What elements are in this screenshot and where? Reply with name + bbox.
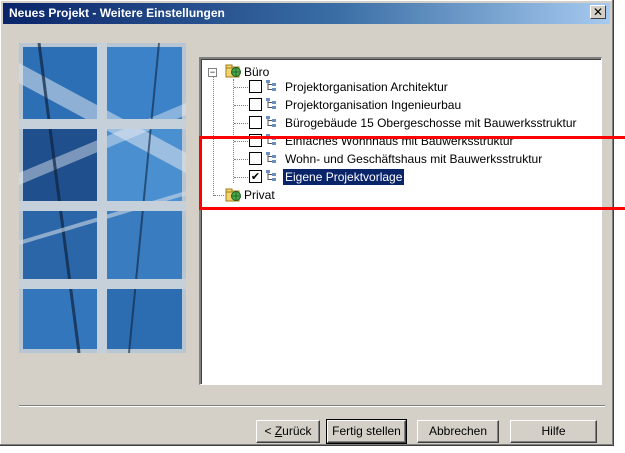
close-icon: ✕ — [592, 5, 604, 19]
annotation-line-top — [600, 136, 625, 139]
tree-node-buero[interactable]: Büro — [244, 64, 269, 80]
tree-connector — [234, 105, 248, 106]
tree-item-label[interactable]: Projektorganisation Architektur — [285, 79, 448, 95]
title-bar[interactable]: Neues Projekt - Weitere Einstellungen ✕ — [3, 3, 610, 24]
tree-connector — [234, 87, 248, 88]
window-title: Neues Projekt - Weitere Einstellungen — [9, 6, 225, 20]
template-icon — [266, 116, 276, 127]
back-button[interactable]: < Zurück — [256, 420, 320, 443]
checkbox-buerogebaeude[interactable] — [249, 116, 262, 129]
architecture-image — [19, 43, 186, 353]
collapse-toggle[interactable]: − — [208, 68, 217, 77]
finish-button[interactable]: Fertig stellen — [326, 419, 407, 444]
tree-connector — [234, 123, 248, 124]
annotation-line-bottom — [600, 207, 625, 210]
template-icon — [266, 98, 276, 109]
annotation-highlight-box — [199, 136, 625, 210]
tree-item-label[interactable]: Projektorganisation Ingenieurbau — [285, 97, 461, 113]
footer-separator — [19, 405, 605, 407]
folder-globe-icon — [225, 64, 241, 78]
dialog-window: Neues Projekt - Weitere Einstellungen ✕ — [0, 0, 614, 446]
checkbox-projektorganisation-architektur[interactable] — [249, 80, 262, 93]
architecture-photo-icon — [19, 43, 186, 353]
template-icon — [266, 80, 276, 91]
cancel-button[interactable]: Abbrechen — [417, 420, 499, 443]
help-button[interactable]: Hilfe — [510, 420, 597, 443]
tree-item-label[interactable]: Bürogebäude 15 Obergeschosse mit Bauwerk… — [285, 115, 577, 131]
template-tree[interactable]: − Büro Projektorganisation Architektur P… — [199, 57, 602, 385]
close-button[interactable]: ✕ — [590, 5, 606, 19]
checkbox-projektorganisation-ingenieurbau[interactable] — [249, 98, 262, 111]
